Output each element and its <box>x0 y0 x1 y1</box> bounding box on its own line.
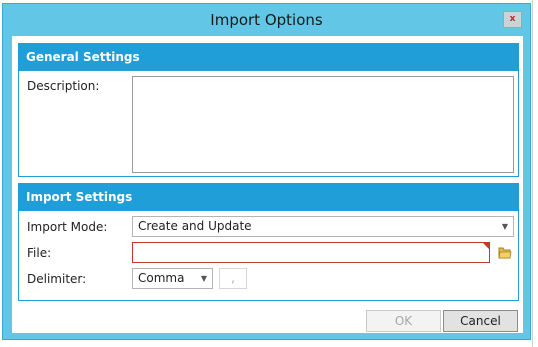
import-settings-header: Import Settings <box>19 184 518 211</box>
folder-icon[interactable] <box>498 245 512 260</box>
title-bar[interactable]: Import Options x <box>3 4 530 35</box>
chevron-down-icon: ▼ <box>200 274 207 283</box>
ok-button[interactable]: OK <box>366 310 441 332</box>
background-divider <box>532 0 533 347</box>
import-mode-value: Create and Update <box>138 219 252 233</box>
file-input[interactable] <box>132 242 490 263</box>
delimiter-select[interactable]: Comma ▼ <box>132 268 213 289</box>
close-icon: x <box>509 14 516 24</box>
delimiter-label: Delimiter: <box>27 272 87 286</box>
window-title: Import Options <box>210 11 323 29</box>
dialog-content: General Settings Description: Import Set… <box>12 36 523 333</box>
description-input[interactable] <box>132 76 514 173</box>
general-settings-group: General Settings Description: <box>18 43 519 177</box>
file-label: File: <box>27 246 52 260</box>
general-settings-header: General Settings <box>19 44 518 71</box>
delimiter-char-input[interactable]: , <box>219 268 247 289</box>
import-settings-group: Import Settings Import Mode: Create and … <box>18 183 519 301</box>
chevron-down-icon: ▼ <box>501 222 508 231</box>
validation-error-marker <box>483 243 489 249</box>
delimiter-value: Comma <box>138 271 185 285</box>
import-mode-select[interactable]: Create and Update ▼ <box>132 216 514 237</box>
cancel-button[interactable]: Cancel <box>443 310 518 332</box>
close-button[interactable]: x <box>503 11 522 28</box>
import-options-dialog: Import Options x General Settings Descri… <box>2 3 531 340</box>
import-mode-label: Import Mode: <box>27 220 108 234</box>
description-label: Description: <box>27 79 100 93</box>
